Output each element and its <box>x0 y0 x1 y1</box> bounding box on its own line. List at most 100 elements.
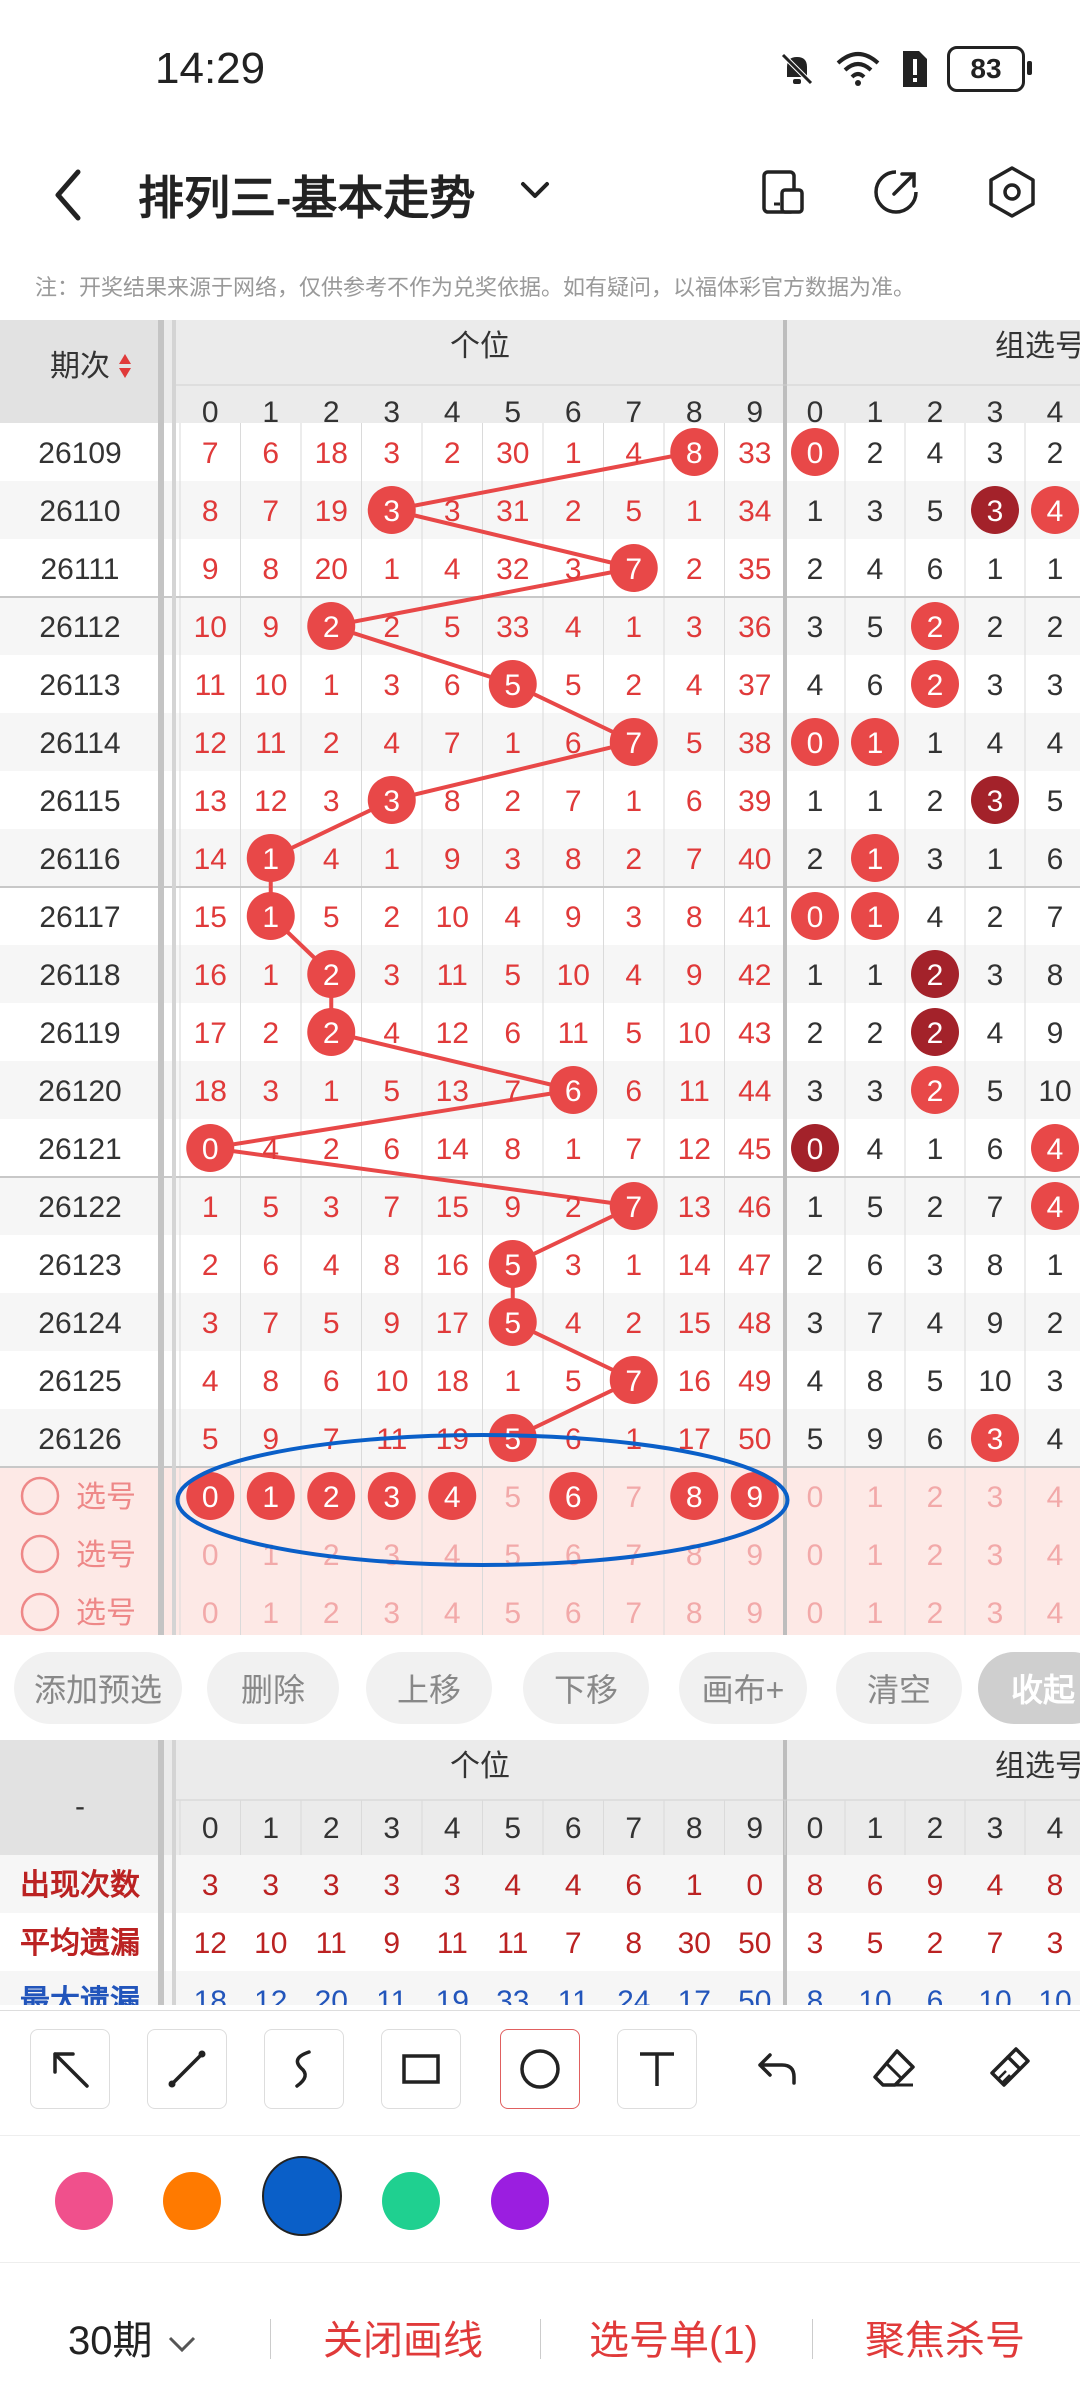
omission-value: 43 <box>738 1017 771 1050</box>
stats-digit-header: 3 <box>383 1812 400 1845</box>
stats-value: 11 <box>376 1985 407 2005</box>
unselected-digit: 3 <box>383 1539 400 1572</box>
broom-icon <box>990 2047 1030 2087</box>
color-blue-swatch-selected[interactable] <box>262 2156 342 2236</box>
back-arrow-icon[interactable] <box>40 160 100 230</box>
color-green-swatch[interactable] <box>382 2172 440 2230</box>
omission-value: 5 <box>383 1075 400 1108</box>
chevron-down-icon[interactable] <box>515 170 555 210</box>
group-value: 9 <box>1047 1017 1064 1050</box>
period-selector[interactable]: 30期 <box>68 2308 200 2366</box>
group-value: 3 <box>987 669 1004 702</box>
omission-value: 34 <box>738 495 771 528</box>
stats-value: 11 <box>316 1927 347 1960</box>
rect-tool-button[interactable] <box>381 2029 461 2109</box>
canvas-plus-button[interactable]: 画布+ <box>679 1652 807 1724</box>
stats-digit-header: 1 <box>262 1812 279 1845</box>
share-icon[interactable] <box>866 162 926 222</box>
omission-value: 15 <box>678 1307 711 1340</box>
hit-ball-number: 7 <box>625 553 642 586</box>
omission-value: 6 <box>444 669 461 702</box>
hit-ball-number: 5 <box>504 1249 521 1282</box>
stats-value: 3 <box>262 1869 279 1902</box>
period-label: 26119 <box>39 1017 120 1050</box>
omission-value: 12 <box>678 1133 711 1166</box>
period-label: 26109 <box>38 437 121 470</box>
settings-hexagon-icon[interactable] <box>982 162 1042 222</box>
move-down-button[interactable]: 下移 <box>523 1652 649 1724</box>
omission-value: 6 <box>686 785 703 818</box>
omission-value: 48 <box>738 1307 771 1340</box>
stats-value: 6 <box>625 1869 642 1902</box>
omission-value: 1 <box>686 495 703 528</box>
arrow-tool-button[interactable] <box>30 2029 110 2109</box>
omission-value: 2 <box>202 1249 219 1282</box>
selected-digit-number: 9 <box>746 1481 763 1514</box>
omission-value: 7 <box>625 1133 642 1166</box>
group-value: 2 <box>807 553 824 586</box>
page-title[interactable]: 排列三-基本走势 <box>138 162 475 228</box>
group-value: 3 <box>927 1249 944 1282</box>
eraser-tool-button[interactable] <box>855 2029 933 2107</box>
color-pink-swatch[interactable] <box>55 2172 113 2230</box>
line-icon <box>168 2050 206 2088</box>
curve-tool-button[interactable] <box>264 2029 344 2109</box>
action-button-row: 添加预选 删除 上移 下移 画布+ 清空 收起 <box>0 1640 1080 1735</box>
clear-canvas-tool-button[interactable] <box>970 2029 1048 2107</box>
period-column-divider <box>172 320 176 1635</box>
divider <box>270 2319 271 2359</box>
stats-value: 3 <box>202 1869 219 1902</box>
omission-value: 47 <box>738 1249 771 1282</box>
stats-group-value: 10 <box>1038 1985 1071 2005</box>
hit-ball-number: 1 <box>262 901 279 934</box>
stats-group-divider <box>783 1855 787 2005</box>
omission-value: 9 <box>202 553 219 586</box>
group-value: 1 <box>807 959 824 992</box>
group-value: 5 <box>1047 785 1064 818</box>
group-value: 2 <box>1047 437 1064 470</box>
stats-grid-svg: -个位 组选号0 1 2 3 4 5 6 7 8 9 0 1 2 3 4出现次数 3 3 3 3 3 4 4 6 1 0 8 6 9 4 8… <box>0 1740 1080 2005</box>
select-row-label: 选号 <box>76 1597 136 1630</box>
color-orange-swatch[interactable] <box>163 2172 221 2230</box>
add-preselect-button[interactable]: 添加预选 <box>14 1652 182 1724</box>
undo-tool-button[interactable] <box>738 2029 816 2107</box>
color-purple-swatch[interactable] <box>491 2172 549 2230</box>
clear-button[interactable]: 清空 <box>836 1652 962 1724</box>
unselected-digit: 1 <box>262 1597 279 1630</box>
unselected-digit: 0 <box>202 1597 219 1630</box>
close-draw-button[interactable]: 关闭画线 <box>323 2308 483 2366</box>
omission-value: 7 <box>202 437 219 470</box>
omission-value: 4 <box>565 611 582 644</box>
omission-value: 14 <box>194 843 227 876</box>
text-tool-button[interactable] <box>617 2029 697 2109</box>
collapse-button[interactable]: 收起 <box>978 1652 1080 1724</box>
omission-value: 4 <box>625 959 642 992</box>
group-value: 2 <box>867 1017 884 1050</box>
unselected-group-digit: 3 <box>987 1539 1004 1572</box>
line-tool-button[interactable] <box>147 2029 227 2109</box>
omission-value: 8 <box>202 495 219 528</box>
omission-value: 5 <box>686 727 703 760</box>
omission-value: 5 <box>262 1191 279 1224</box>
move-up-button[interactable]: 上移 <box>366 1652 492 1724</box>
group-value: 7 <box>1047 901 1064 934</box>
phone-layout-icon[interactable] <box>752 162 812 222</box>
group-value: 1 <box>1047 553 1064 586</box>
omission-value: 3 <box>383 669 400 702</box>
ellipse-tool-button[interactable] <box>500 2029 580 2109</box>
delete-button[interactable]: 删除 <box>207 1652 339 1724</box>
group-value: 1 <box>927 1133 944 1166</box>
selected-digit-number: 3 <box>383 1481 400 1514</box>
group-value: 3 <box>987 437 1004 470</box>
omission-value: 13 <box>678 1191 711 1224</box>
omission-value: 5 <box>625 1017 642 1050</box>
unselected-group-digit: 4 <box>1047 1597 1064 1630</box>
focus-kill-button[interactable]: 聚焦杀号 <box>865 2308 1025 2366</box>
stats-group-value: 6 <box>927 1985 944 2005</box>
hit-ball-number: 5 <box>504 1307 521 1340</box>
omission-value: 36 <box>738 611 771 644</box>
omission-value: 9 <box>383 1307 400 1340</box>
omission-value: 13 <box>436 1075 469 1108</box>
omission-value: 3 <box>383 437 400 470</box>
selection-list-button[interactable]: 选号单(1) <box>589 2308 758 2366</box>
